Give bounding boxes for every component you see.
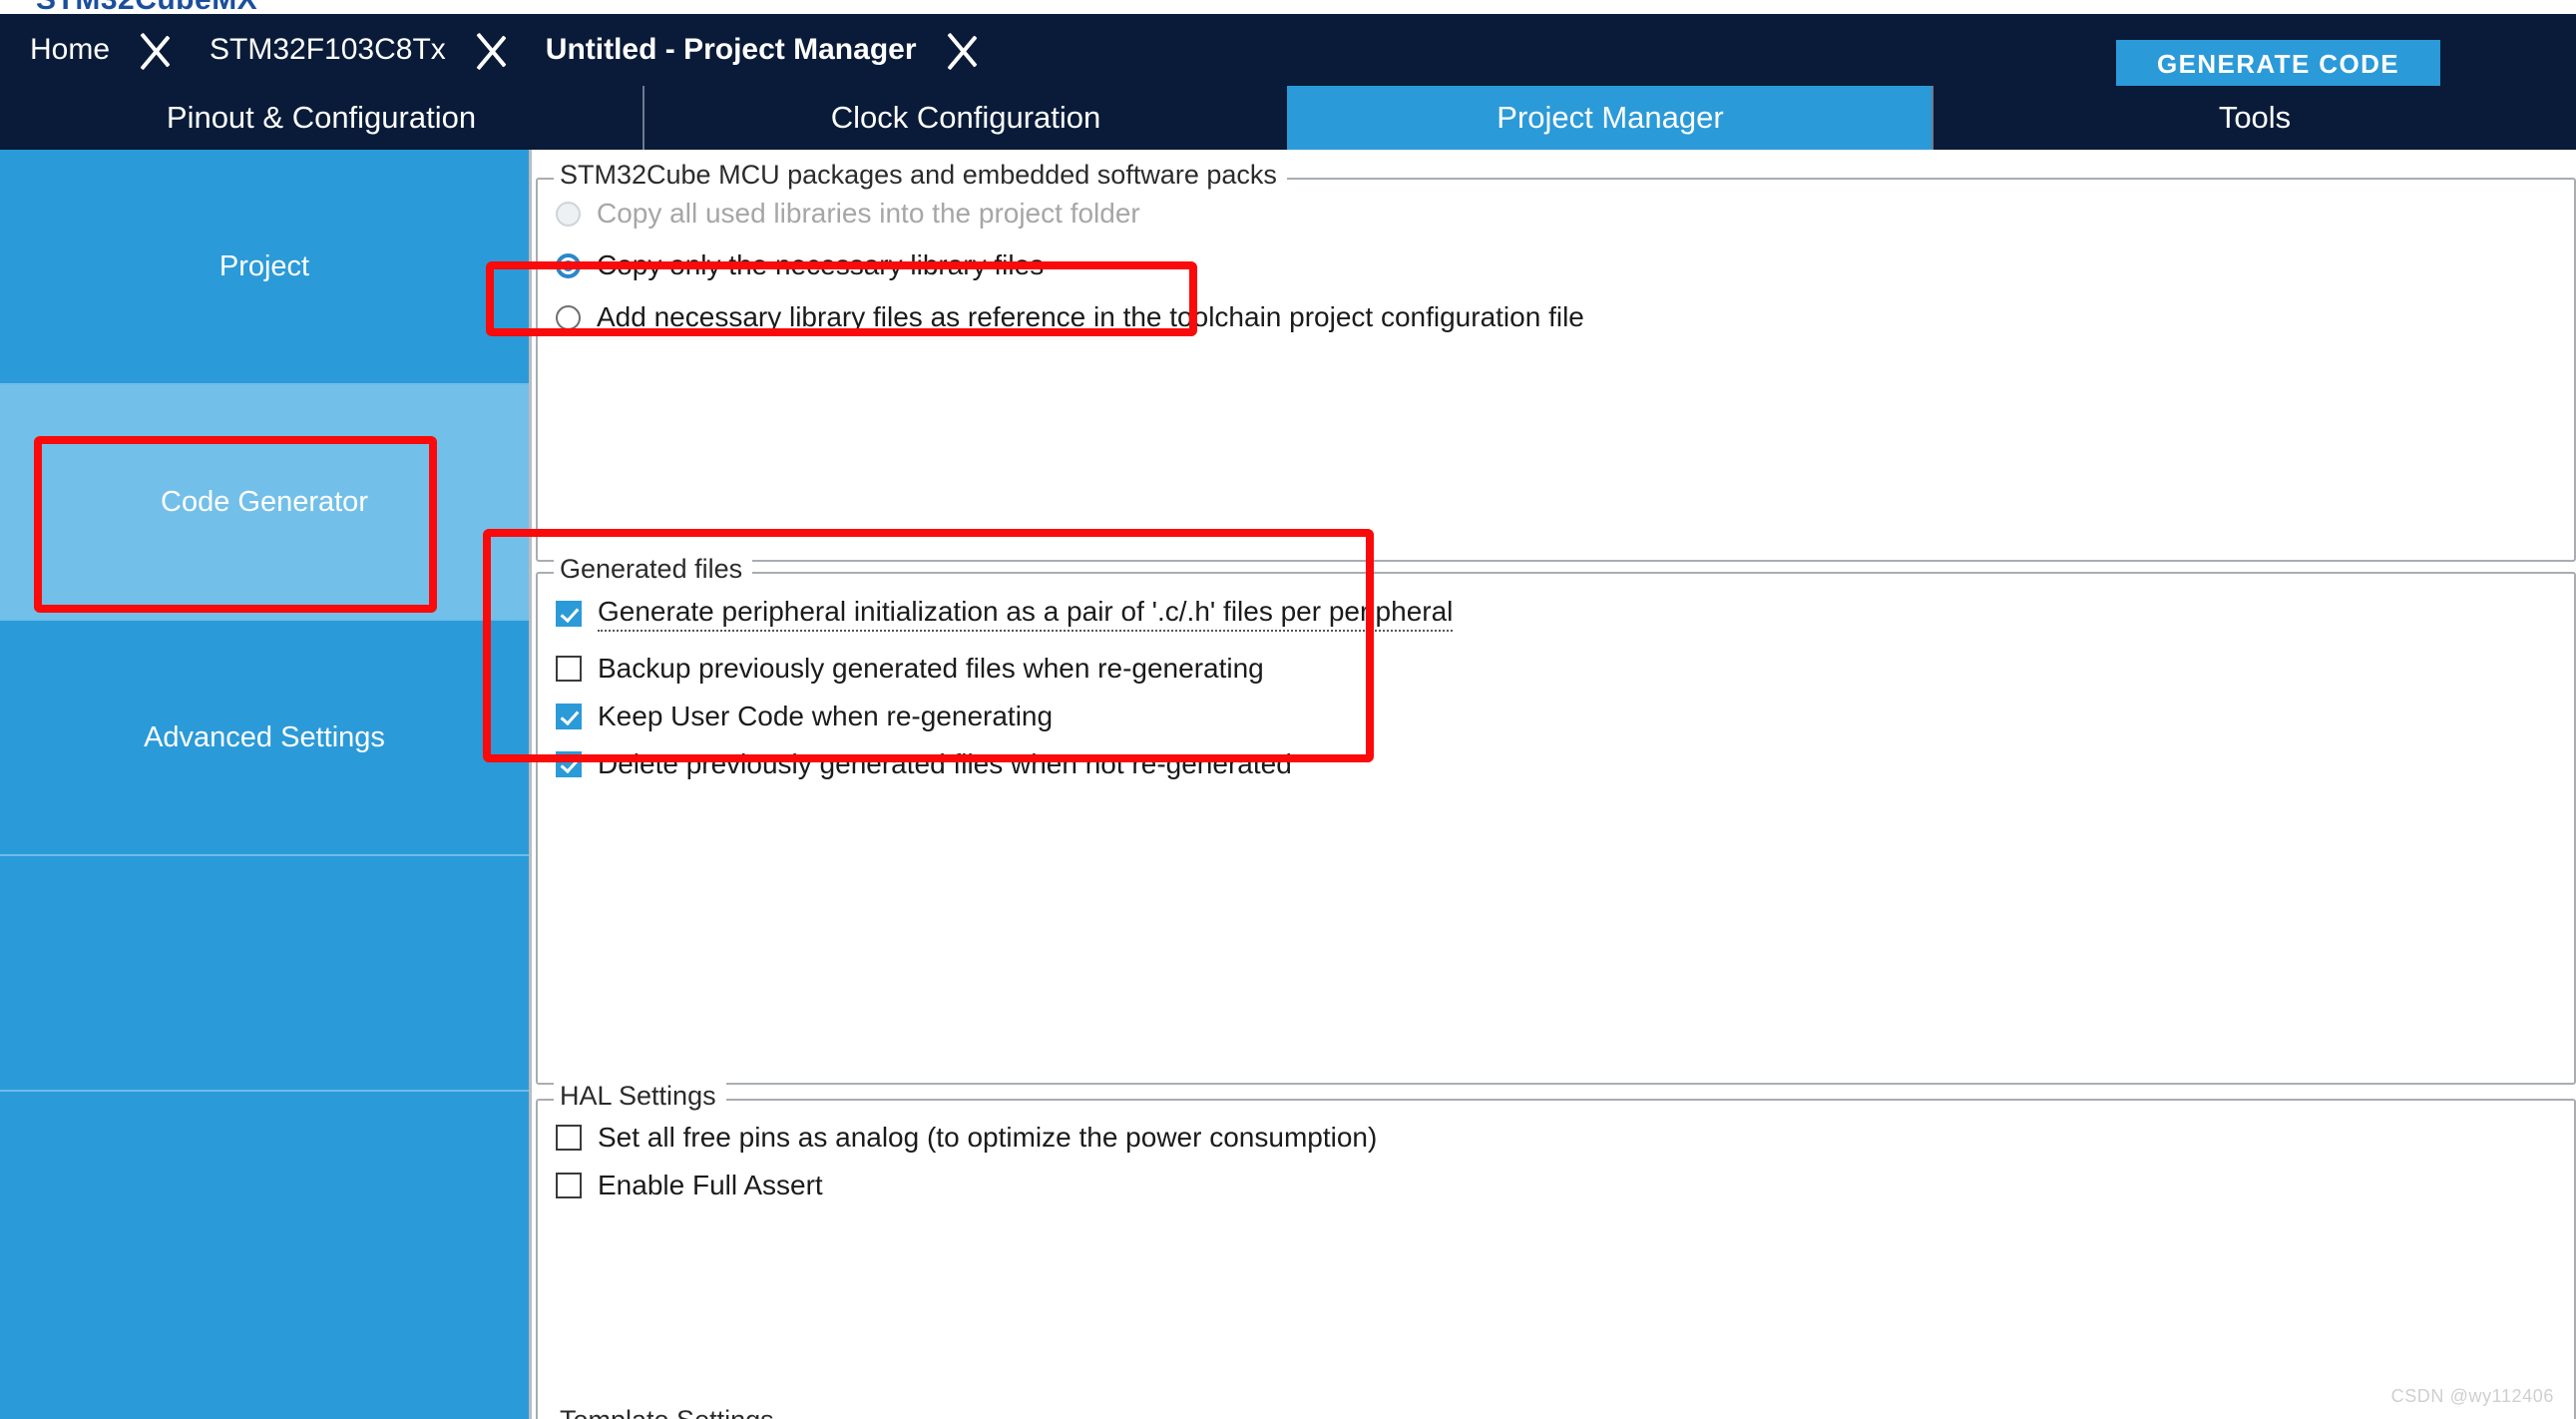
tab-label: Project Manager: [1497, 100, 1724, 135]
tab-tools[interactable]: Tools: [1932, 86, 2576, 150]
tab-pinout-configuration[interactable]: Pinout & Configuration: [0, 86, 643, 150]
checkbox-delete-previously-generated[interactable]: Delete previously generated files when n…: [556, 748, 1292, 780]
project-manager-sidebar: Project Code Generator Advanced Settings: [0, 150, 532, 1419]
group-legend: STM32Cube MCU packages and embedded soft…: [554, 160, 1287, 191]
breadcrumb: Home STM32F103C8Tx Untitled - Project Ma…: [0, 14, 987, 86]
radio-add-as-reference[interactable]: Add necessary library files as reference…: [556, 301, 1584, 333]
option-label: Delete previously generated files when n…: [598, 748, 1292, 779]
sidebar-item-label: Advanced Settings: [144, 720, 385, 753]
breadcrumb-bar: Home STM32F103C8Tx Untitled - Project Ma…: [0, 14, 2576, 88]
group-generated-files: Generated files Generate peripheral init…: [536, 554, 2576, 1085]
app-logo: STM32CubeMX: [36, 0, 257, 14]
chevron-right-icon: [136, 14, 180, 86]
checkbox-icon: [556, 656, 582, 682]
checkbox-generate-peripheral-init[interactable]: Generate peripheral initialization as a …: [556, 596, 1454, 632]
sidebar-item-project[interactable]: Project: [0, 150, 529, 385]
generate-code-button[interactable]: GENERATE CODE: [2116, 40, 2440, 88]
breadcrumb-item-home[interactable]: Home: [0, 14, 136, 86]
option-label: Generate peripheral initialization as a …: [598, 596, 1454, 632]
checkbox-icon: [556, 1125, 582, 1151]
checkbox-set-free-pins-analog[interactable]: Set all free pins as analog (to optimize…: [556, 1122, 1377, 1154]
tab-label: Clock Configuration: [830, 100, 1101, 135]
checkbox-icon: [556, 601, 582, 627]
sidebar-item-code-generator[interactable]: Code Generator: [0, 385, 529, 621]
breadcrumb-item-mcu[interactable]: STM32F103C8Tx: [180, 14, 472, 86]
tab-label: Pinout & Configuration: [166, 100, 477, 135]
option-label: Add necessary library files as reference…: [597, 301, 1584, 332]
sidebar-item-advanced-settings[interactable]: Advanced Settings: [0, 621, 529, 856]
option-label: Copy all used libraries into the project…: [597, 198, 1140, 229]
code-generator-panel: STM32Cube MCU packages and embedded soft…: [532, 150, 2576, 1419]
option-label: Enable Full Assert: [598, 1170, 823, 1200]
checkbox-icon: [556, 751, 582, 777]
checkbox-keep-user-code[interactable]: Keep User Code when re-generating: [556, 701, 1053, 732]
group-legend: Generated files: [554, 554, 753, 585]
option-label: Copy only the necessary library files: [597, 249, 1045, 280]
checkbox-backup-previously-generated[interactable]: Backup previously generated files when r…: [556, 653, 1264, 685]
stm32cubemx-window: STM32CubeMX Home STM32F103C8Tx Untitled …: [0, 0, 2576, 1419]
breadcrumb-item-current[interactable]: Untitled - Project Manager: [516, 14, 943, 86]
option-label: Keep User Code when re-generating: [598, 701, 1054, 731]
group-legend: HAL Settings: [554, 1081, 726, 1112]
breadcrumb-label: Home: [30, 33, 111, 66]
tab-clock-configuration[interactable]: Clock Configuration: [643, 86, 1287, 150]
breadcrumb-label: Untitled - Project Manager: [545, 33, 917, 66]
chevron-right-icon: [472, 14, 516, 86]
watermark: CSDN @wy112406: [2390, 1386, 2554, 1406]
radio-icon: [556, 252, 581, 278]
chevron-right-icon: [943, 14, 987, 86]
sidebar-item-label: Project: [218, 249, 310, 282]
sidebar-item-empty: [0, 856, 529, 1092]
app-logo-strip: STM32CubeMX: [0, 0, 2576, 14]
breadcrumb-label: STM32F103C8Tx: [210, 33, 446, 66]
radio-copy-only-necessary[interactable]: Copy only the necessary library files: [556, 249, 1044, 281]
checkbox-icon: [556, 704, 582, 729]
tab-project-manager[interactable]: Project Manager: [1287, 86, 1932, 150]
group-mcu-packages: STM32Cube MCU packages and embedded soft…: [536, 160, 2576, 562]
option-label: Backup previously generated files when r…: [598, 653, 1264, 684]
group-legend: Template Settings: [554, 1405, 784, 1419]
radio-icon: [556, 201, 581, 227]
radio-icon: [556, 304, 581, 330]
checkbox-enable-full-assert[interactable]: Enable Full Assert: [556, 1170, 823, 1201]
sidebar-item-label: Code Generator: [161, 485, 368, 518]
checkbox-icon: [556, 1173, 582, 1198]
radio-copy-all-libraries: Copy all used libraries into the project…: [556, 198, 1140, 230]
group-hal-settings: HAL Settings Set all free pins as analog…: [536, 1081, 2576, 1419]
tab-label: Tools: [2218, 100, 2292, 135]
main-tabbar: Pinout & Configuration Clock Configurati…: [0, 86, 2576, 150]
option-label: Set all free pins as analog (to optimize…: [598, 1122, 1378, 1153]
